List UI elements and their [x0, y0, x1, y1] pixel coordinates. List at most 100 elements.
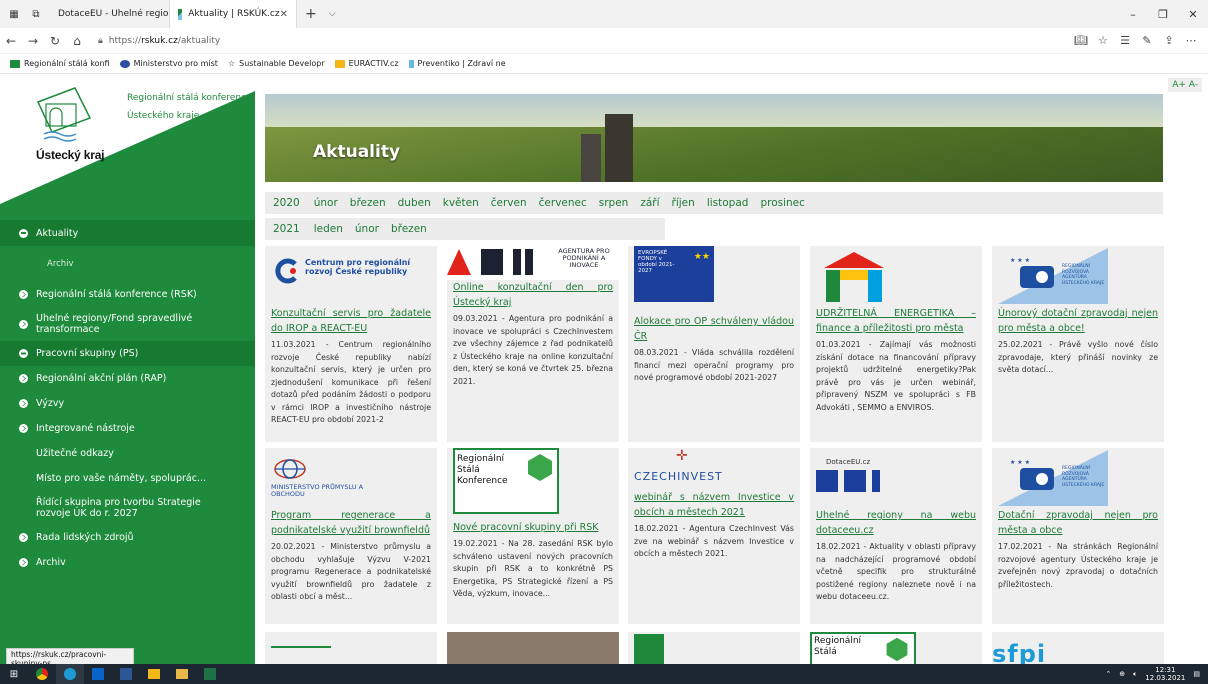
- month-link[interactable]: březen: [391, 223, 427, 235]
- menu-item-rada-lidskych-zdroju[interactable]: Rada lidských zdrojů: [0, 525, 255, 550]
- address-input[interactable]: 🔒︎ https://rskuk.cz/aktuality: [98, 36, 998, 46]
- month-link[interactable]: únor: [314, 197, 338, 209]
- month-link[interactable]: červen: [491, 197, 527, 209]
- forward-icon[interactable]: →: [22, 34, 44, 48]
- favorite-star-icon[interactable]: ☆: [1092, 34, 1114, 47]
- news-title-link[interactable]: Únorový dotační zpravodaj nejen pro měst…: [998, 306, 1158, 336]
- font-size-controls[interactable]: A+ A-: [1168, 78, 1202, 92]
- pen-icon[interactable]: ✎: [1136, 34, 1158, 47]
- refresh-icon[interactable]: ↻: [44, 34, 66, 48]
- month-link[interactable]: únor: [355, 223, 379, 235]
- favorite-link[interactable]: Regionální stálá konfi: [10, 59, 110, 68]
- menu-item-rsk[interactable]: Regionální stálá konference (RSK): [0, 282, 255, 307]
- tray-chevron-icon[interactable]: ⌃: [1105, 670, 1111, 678]
- tab-label: Aktuality | RSKÚK.cz: [188, 9, 280, 19]
- favorite-label: Regionální stálá konfi: [24, 59, 110, 68]
- month-link[interactable]: březen: [350, 197, 386, 209]
- outlook-icon[interactable]: [84, 664, 112, 684]
- tab-list-chevron-icon[interactable]: ⌵: [329, 9, 336, 19]
- news-card: Regionální Stálá Konference Nové pracovn…: [447, 448, 619, 624]
- tab-actions-icon[interactable]: ⧉: [28, 6, 44, 22]
- home-icon[interactable]: ⌂: [66, 34, 88, 48]
- chevron-circle-icon: [19, 399, 28, 408]
- clock-time: 12:31: [1155, 666, 1176, 674]
- share-icon[interactable]: ⇪: [1158, 34, 1180, 47]
- windows-start-icon[interactable]: ⊞: [0, 664, 28, 684]
- menu-item-rap[interactable]: Regionální akční plán (RAP): [0, 366, 255, 391]
- menu-item-aktuality[interactable]: Aktuality: [0, 220, 255, 246]
- month-link[interactable]: srpen: [599, 197, 629, 209]
- favorite-link[interactable]: ☆ Sustainable Developr: [228, 59, 325, 68]
- menu-item-vyzvy[interactable]: Výzvy: [0, 391, 255, 416]
- news-title-link[interactable]: Online konzultační den pro Ústecký kraj: [453, 280, 613, 310]
- news-title-link[interactable]: UDRŽITELNÁ ENERGETIKA – finance a přílež…: [816, 306, 976, 336]
- web-page: Ústecký kraj Regionální stálá konference…: [0, 74, 1208, 664]
- excel-icon[interactable]: [196, 664, 224, 684]
- favorite-link[interactable]: Preventiko | Zdraví ne: [408, 59, 506, 68]
- news-title-link[interactable]: webinář s názvem Investice v obcích a mě…: [634, 490, 794, 520]
- favorite-link[interactable]: Ministerstvo pro míst: [119, 59, 218, 68]
- evropske-fondy-banner: EVROPSKÉ FONDY v období 2021-2027 ★★: [634, 246, 794, 306]
- month-link[interactable]: říjen: [672, 197, 695, 209]
- volume-icon[interactable]: 🔈︎: [1133, 670, 1137, 679]
- favorites-hub-icon[interactable]: ☰: [1114, 34, 1136, 47]
- menu-item-misto-pro-namety[interactable]: Místo pro vaše náměty, spoluprác...: [0, 466, 255, 491]
- chevron-circle-icon: [19, 374, 28, 383]
- hexagon-icon: [528, 454, 552, 481]
- year-link[interactable]: 2020: [273, 197, 300, 209]
- window-menu-icon[interactable]: ▦: [6, 6, 22, 22]
- month-filter-2021: 2021 leden únor březen: [265, 218, 665, 240]
- restore-icon[interactable]: ❐: [1148, 8, 1178, 21]
- news-title-link[interactable]: Dotační zpravodaj nejen pro města a obce: [998, 508, 1158, 538]
- windows-taskbar: ⊞ ⌃ ⊕ 🔈︎ 12:31 12.03.2021 ▤: [0, 664, 1208, 684]
- tab-dotaceeu[interactable]: DotaceEU - Uhelné regiony: [44, 0, 179, 28]
- news-title-link[interactable]: Alokace pro OP schváleny vládou ČR: [634, 314, 794, 344]
- news-title-link[interactable]: Konzultační servis pro žadatele do IROP …: [271, 306, 431, 336]
- api-logo-icon: [447, 249, 533, 275]
- menu-item-uzitecne-odkazy[interactable]: Užitečné odkazy: [0, 441, 255, 466]
- year-link[interactable]: 2021: [273, 223, 300, 235]
- notifications-icon[interactable]: ▤: [1193, 670, 1200, 678]
- chrome-icon[interactable]: [28, 664, 56, 684]
- month-link[interactable]: prosinec: [760, 197, 804, 209]
- network-icon[interactable]: ⊕: [1119, 670, 1125, 678]
- favorite-link[interactable]: EURACTIV.cz: [334, 59, 399, 68]
- explorer-icon[interactable]: [168, 664, 196, 684]
- new-tab-icon[interactable]: +: [305, 6, 317, 22]
- menu-label: Rada lidských zdrojů: [36, 532, 134, 543]
- tab-aktuality[interactable]: Aktuality | RSKÚK.cz ✕: [169, 0, 297, 28]
- news-excerpt: 01.03.2021 - Zajímají vás možnosti získá…: [816, 340, 976, 412]
- news-excerpt: 17.02.2021 - Na stránkách Regionální roz…: [998, 542, 1158, 589]
- reading-view-icon[interactable]: 📖︎: [1070, 34, 1092, 47]
- month-link[interactable]: květen: [443, 197, 479, 209]
- menu-label: Integrované nástroje: [36, 423, 135, 434]
- month-link[interactable]: listopad: [707, 197, 749, 209]
- hero-banner: Aktuality: [265, 94, 1163, 182]
- menu-item-ridici-skupina[interactable]: Řídící skupina pro tvorbu Strategie rozv…: [0, 491, 255, 525]
- close-tab-icon[interactable]: ✕: [280, 9, 288, 20]
- close-window-icon[interactable]: ✕: [1178, 8, 1208, 21]
- month-link[interactable]: červenec: [539, 197, 587, 209]
- news-title-link[interactable]: Uhelné regiony na webu dotaceeu.cz: [816, 508, 976, 538]
- word-icon[interactable]: [112, 664, 140, 684]
- news-title-link[interactable]: Program regenerace a podnikatelské využi…: [271, 508, 431, 538]
- more-icon[interactable]: ⋯: [1180, 34, 1202, 47]
- edge-icon[interactable]: [56, 664, 84, 684]
- minimize-icon[interactable]: –: [1118, 8, 1148, 21]
- news-card: DotaceEU.cz Uhelné regiony na webu dotac…: [810, 448, 982, 624]
- month-link[interactable]: září: [640, 197, 659, 209]
- back-icon[interactable]: ←: [0, 34, 22, 48]
- news-title-link[interactable]: Nové pracovní skupiny při RSK: [453, 520, 613, 535]
- menu-item-archiv[interactable]: Archiv: [0, 550, 255, 575]
- folder-icon[interactable]: [140, 664, 168, 684]
- clock[interactable]: 12:31 12.03.2021: [1145, 666, 1185, 682]
- logo-subtitle-line: Ústeckého kraje: [127, 111, 200, 121]
- menu-item-pracovni-skupiny[interactable]: Pracovní skupiny (PS): [0, 341, 255, 366]
- menu-item-integrovane-nastroje[interactable]: Integrované nástroje: [0, 416, 255, 441]
- month-link[interactable]: leden: [314, 223, 343, 235]
- menu-item-archiv-sub[interactable]: Archiv: [0, 246, 255, 282]
- logo-subtitle-line: Regionální stálá konference: [127, 93, 252, 103]
- menu-item-uhelne-regiony[interactable]: Uhelné regiony/Fond spravedlivé transfor…: [0, 307, 255, 341]
- month-link[interactable]: duben: [398, 197, 431, 209]
- folder-icon: [334, 59, 345, 68]
